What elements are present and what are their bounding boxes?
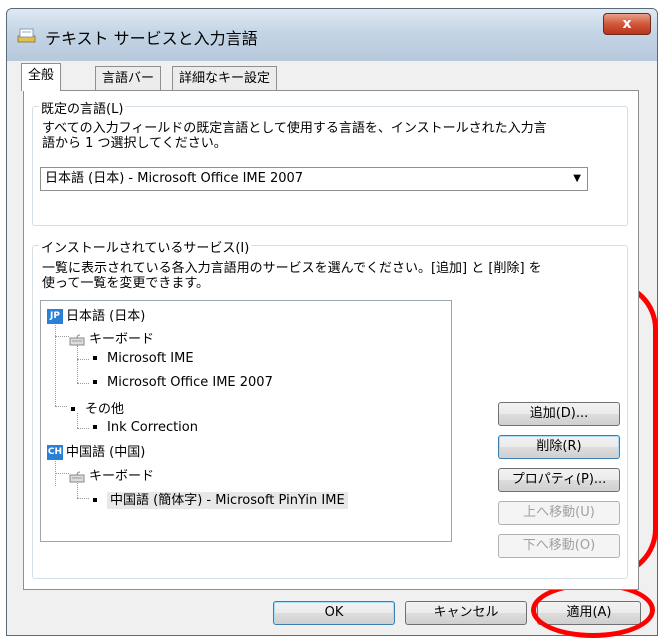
tree-node-chinese[interactable]: CH 中国語 (中国): [47, 441, 145, 460]
tree-node-label: キーボード: [89, 332, 155, 347]
tree-line: [55, 336, 69, 337]
dialog-window: テキスト サービスと入力言語 x 全般 言語バー 詳細なキー設定 既定の言語(L…: [6, 8, 658, 636]
tree-line: [55, 406, 67, 407]
tree-line: [55, 473, 69, 474]
default-language-select[interactable]: 日本語 (日本) - Microsoft Office IME 2007 ▼: [40, 167, 588, 191]
bullet-icon: [93, 355, 97, 360]
move-up-button[interactable]: 上へ移動(U): [498, 501, 620, 525]
default-language-description-1: すべての入力フィールドの既定言語として使用する言語を、インストールされた入力言: [42, 121, 547, 136]
title-bar[interactable]: テキスト サービスと入力言語 x: [7, 9, 657, 61]
tree-node-label: Microsoft IME: [107, 351, 194, 366]
default-language-group-title: 既定の言語(L): [39, 98, 126, 117]
ok-button[interactable]: OK: [273, 601, 395, 625]
tab-panel-general: 既定の言語(L) すべての入力フィールドの既定言語として使用する言語を、インスト…: [23, 90, 639, 590]
bullet-icon: [71, 406, 75, 411]
tree-line: [77, 383, 89, 384]
tree-node-label: その他: [85, 402, 125, 417]
tree-line: [55, 456, 56, 486]
default-language-value: 日本語 (日本) - Microsoft Office IME 2007: [45, 171, 304, 186]
tab-advanced-key-settings[interactable]: 詳細なキー設定: [172, 66, 278, 90]
language-badge-icon: JP: [47, 309, 63, 324]
tree-node-microsoft-ime[interactable]: Microsoft IME: [89, 351, 194, 366]
tree-node-ink-correction[interactable]: Ink Correction: [89, 420, 198, 435]
tree-line: [55, 321, 56, 406]
tree-node-label: キーボード: [89, 469, 155, 484]
installed-services-group-title: インストールされているサービス(I): [39, 237, 252, 256]
cancel-button[interactable]: キャンセル: [405, 601, 527, 625]
keyboard-icon: [69, 334, 85, 345]
tree-node-office-ime-2007[interactable]: Microsoft Office IME 2007: [89, 375, 273, 390]
chevron-down-icon[interactable]: ▼: [573, 168, 581, 190]
tree-node-japanese[interactable]: JP 日本語 (日本): [47, 305, 145, 324]
move-down-button[interactable]: 下へ移動(O): [498, 534, 620, 558]
bullet-icon: [93, 497, 97, 502]
language-badge-icon: CH: [47, 445, 63, 460]
installed-services-tree[interactable]: JP 日本語 (日本) キーボード Microsoft IME Microsoft…: [40, 300, 452, 542]
bullet-icon: [93, 379, 97, 384]
apply-button[interactable]: 適用(A): [537, 601, 641, 625]
default-language-description-2: 語から 1 つ選択してください。: [42, 136, 227, 151]
window-title: テキスト サービスと入力言語: [45, 29, 258, 48]
add-button[interactable]: 追加(D)...: [498, 402, 620, 426]
tab-general[interactable]: 全般: [21, 63, 62, 91]
tree-node-other[interactable]: その他: [67, 398, 124, 417]
text-services-icon: [17, 28, 36, 43]
tree-node-label: Ink Correction: [107, 420, 198, 435]
tree-node-chinese-keyboard[interactable]: キーボード: [69, 465, 154, 484]
tree-line: [77, 345, 78, 383]
close-button[interactable]: x: [603, 13, 651, 35]
tree-line: [77, 359, 89, 360]
tree-node-label: 日本語 (日本): [66, 309, 146, 324]
installed-services-description-2: 使って一覧を変更できます。: [42, 276, 210, 291]
tree-node-japanese-keyboard[interactable]: キーボード: [69, 328, 154, 347]
keyboard-icon: [69, 471, 85, 482]
tab-language-bar[interactable]: 言語バー: [95, 66, 162, 90]
bullet-icon: [93, 424, 97, 429]
tree-node-label: Microsoft Office IME 2007: [107, 375, 273, 390]
properties-button[interactable]: プロパティ(P)...: [498, 468, 620, 492]
tree-node-label: 中国語 (中国): [66, 445, 146, 460]
tree-node-label: 中国語 (簡体字) - Microsoft PinYin IME: [107, 492, 348, 509]
remove-button[interactable]: 削除(R): [498, 435, 620, 459]
tree-node-pinyin-ime[interactable]: 中国語 (簡体字) - Microsoft PinYin IME: [89, 489, 348, 509]
tree-line: [77, 498, 89, 499]
installed-services-description-1: 一覧に表示されている各入力言語用のサービスを選んでください。[追加] と [削除…: [42, 261, 542, 276]
dialog-client-area: 全般 言語バー 詳細なキー設定 既定の言語(L) すべての入力フィールドの既定言…: [15, 63, 649, 629]
tree-line: [77, 428, 89, 429]
